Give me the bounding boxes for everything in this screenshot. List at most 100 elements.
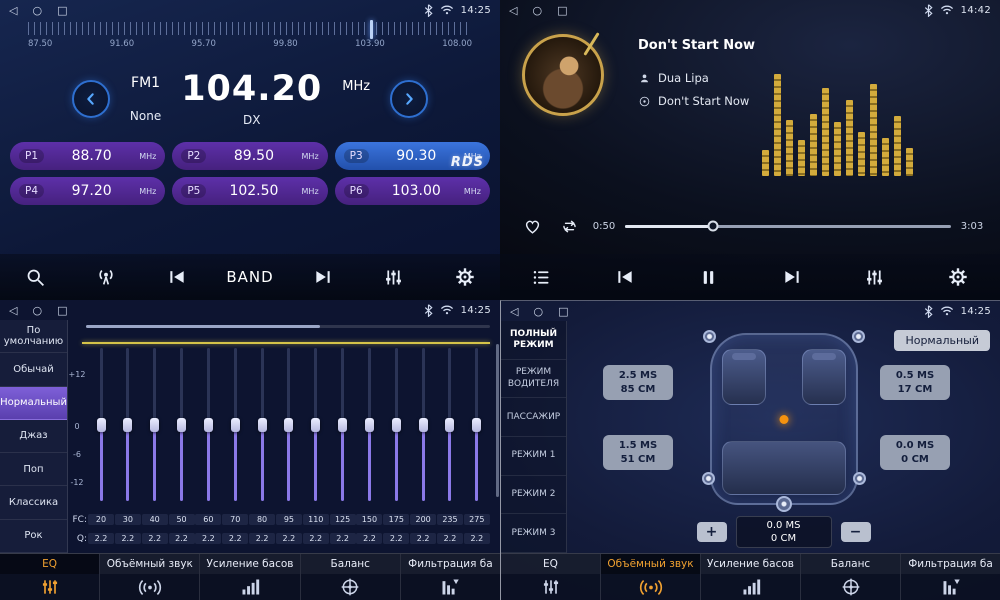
slider-knob[interactable] (231, 418, 240, 432)
eq-band-slider[interactable] (383, 348, 409, 501)
listening-mode-item[interactable]: ПОЛНЫЙ РЕЖИМ (501, 321, 566, 360)
previous-station-button[interactable] (155, 259, 199, 295)
tab-filter[interactable]: Фильтрация ба (401, 554, 500, 600)
repeat-button[interactable] (555, 208, 583, 244)
listening-mode-item[interactable]: ПАССАЖИР (501, 398, 566, 437)
playlist-button[interactable] (520, 259, 564, 295)
eq-preset-item[interactable]: Рок (0, 520, 67, 553)
tab-eq[interactable]: EQ (0, 554, 100, 600)
eq-preset-item[interactable]: Нормальный (0, 387, 67, 420)
tab-surround-sound[interactable]: Объёмный звук (601, 554, 701, 600)
recents-icon[interactable]: □ (57, 4, 67, 17)
eq-preset-item[interactable]: По умолчанию (0, 320, 67, 353)
eq-band-slider[interactable] (303, 348, 329, 501)
back-icon[interactable]: ◁ (9, 4, 17, 17)
eq-band-slider[interactable] (330, 348, 356, 501)
slider-knob[interactable] (284, 418, 293, 432)
slider-knob[interactable] (150, 418, 159, 432)
tab-balance[interactable]: Баланс (801, 554, 901, 600)
previous-track-button[interactable] (603, 259, 647, 295)
horizontal-scrollbar[interactable] (86, 325, 490, 328)
home-icon[interactable]: ○ (532, 4, 542, 17)
eq-preset-item[interactable]: Обычай (0, 353, 67, 386)
eq-band-slider[interactable] (410, 348, 436, 501)
slider-knob[interactable] (445, 418, 454, 432)
tab-filter[interactable]: Фильтрация ба (901, 554, 1000, 600)
recents-icon[interactable]: □ (557, 4, 567, 17)
next-track-button[interactable] (770, 259, 814, 295)
progress-bar[interactable] (625, 225, 951, 228)
back-icon[interactable]: ◁ (510, 305, 518, 318)
progress-knob[interactable] (708, 221, 719, 232)
eq-band-slider[interactable] (464, 348, 490, 501)
slider-knob[interactable] (311, 418, 320, 432)
eq-band-slider[interactable] (437, 348, 463, 501)
recents-icon[interactable]: □ (558, 305, 568, 318)
slider-knob[interactable] (123, 418, 132, 432)
back-icon[interactable]: ◁ (9, 304, 17, 317)
equalizer-button[interactable] (372, 259, 416, 295)
band-button[interactable]: BAND (226, 259, 273, 295)
equalizer-button[interactable] (853, 259, 897, 295)
scan-stations-button[interactable] (84, 259, 128, 295)
eq-preset-item[interactable]: Поп (0, 453, 67, 486)
frequency-ruler[interactable]: 87.5091.6095.7099.80103.90108.00 (28, 22, 472, 54)
tab-surround-sound[interactable]: Объёмный звук (100, 554, 200, 600)
slider-knob[interactable] (338, 418, 347, 432)
pause-button[interactable] (686, 259, 730, 295)
settings-button[interactable] (936, 259, 980, 295)
listening-mode-item[interactable]: РЕЖИМ ВОДИТЕЛЯ (501, 360, 566, 399)
tab-bass-boost[interactable]: Усиление басов (701, 554, 801, 600)
band-frequency-value: 40 (142, 514, 168, 525)
preset-2-button[interactable]: P289.50MHz (172, 142, 327, 170)
search-button[interactable] (13, 259, 57, 295)
home-icon[interactable]: ○ (32, 304, 42, 317)
eq-band-slider[interactable] (249, 348, 275, 501)
seek-down-button[interactable] (72, 80, 110, 118)
slider-knob[interactable] (472, 418, 481, 432)
seek-up-button[interactable] (390, 80, 428, 118)
eq-band-slider[interactable] (356, 348, 382, 501)
tab-balance[interactable]: Баланс (301, 554, 401, 600)
slider-knob[interactable] (258, 418, 267, 432)
eq-band-slider[interactable] (115, 348, 141, 501)
tab-eq[interactable]: EQ (501, 554, 601, 600)
settings-button[interactable] (443, 259, 487, 295)
preset-5-button[interactable]: P5102.50MHz (172, 177, 327, 205)
next-station-button[interactable] (301, 259, 345, 295)
slider-knob[interactable] (419, 418, 428, 432)
front-left-delay[interactable]: 2.5 MS85 CM (603, 365, 673, 400)
eq-band-slider[interactable] (142, 348, 168, 501)
slider-knob[interactable] (204, 418, 213, 432)
slider-knob[interactable] (392, 418, 401, 432)
eq-preset-item[interactable]: Классика (0, 486, 67, 519)
eq-preset-item[interactable]: Джаз (0, 420, 67, 453)
front-right-delay[interactable]: 0.5 MS17 CM (880, 365, 950, 400)
eq-band-slider[interactable] (222, 348, 248, 501)
listening-mode-item[interactable]: РЕЖИМ 2 (501, 476, 566, 515)
eq-band-slider[interactable] (276, 348, 302, 501)
preset-6-button[interactable]: P6103.00MHz (335, 177, 490, 205)
decrease-delay-button[interactable]: − (841, 522, 871, 542)
back-icon[interactable]: ◁ (509, 4, 517, 17)
home-icon[interactable]: ○ (32, 4, 42, 17)
listening-mode-item[interactable]: РЕЖИМ 1 (501, 437, 566, 476)
eq-band-slider[interactable] (195, 348, 221, 501)
favorite-button[interactable] (518, 208, 546, 244)
preset-4-button[interactable]: P497.20MHz (10, 177, 165, 205)
rear-left-delay[interactable]: 1.5 MS51 CM (603, 435, 673, 470)
recents-icon[interactable]: □ (57, 304, 67, 317)
surround-preset-button[interactable]: Нормальный (894, 330, 990, 351)
eq-band-slider[interactable] (88, 348, 114, 501)
slider-knob[interactable] (177, 418, 186, 432)
rear-right-delay[interactable]: 0.0 MS0 CM (880, 435, 950, 470)
slider-knob[interactable] (97, 418, 106, 432)
vertical-scrollbar[interactable] (496, 344, 499, 497)
listening-mode-item[interactable]: РЕЖИМ 3 (501, 514, 566, 553)
increase-delay-button[interactable]: + (697, 522, 727, 542)
home-icon[interactable]: ○ (533, 305, 543, 318)
eq-band-slider[interactable] (169, 348, 195, 501)
tab-bass-boost[interactable]: Усиление басов (200, 554, 300, 600)
slider-knob[interactable] (365, 418, 374, 432)
preset-1-button[interactable]: P188.70MHz (10, 142, 165, 170)
